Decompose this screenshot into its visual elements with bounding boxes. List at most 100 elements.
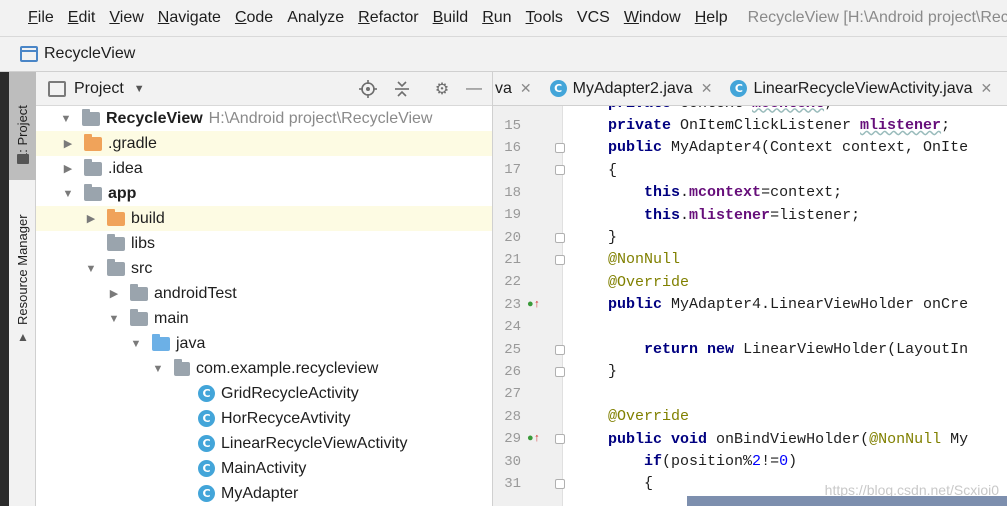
- breadcrumb-project[interactable]: RecycleView: [44, 45, 135, 63]
- code-line[interactable]: 30 if(position%2!=0): [493, 450, 1007, 472]
- tree-item-class[interactable]: C MainActivity: [36, 456, 492, 481]
- code-line[interactable]: 14 private Context mcontext;: [493, 106, 1007, 114]
- expanded-arrow-icon[interactable]: ▼: [130, 338, 142, 350]
- line-number: 17: [504, 162, 521, 179]
- class-icon: C: [549, 80, 567, 97]
- fold-marker-icon[interactable]: [555, 254, 565, 265]
- code-text: }: [608, 363, 618, 381]
- tree-item-label: com.example.recycleview: [196, 359, 379, 377]
- menu-help[interactable]: Help: [695, 9, 728, 27]
- tree-item-main[interactable]: ▼ main: [36, 306, 492, 331]
- menu-navigate[interactable]: Navigate: [158, 9, 221, 27]
- code-line[interactable]: 19 this.mlistener=listener;: [493, 204, 1007, 226]
- expanded-arrow-icon[interactable]: ▼: [85, 263, 97, 275]
- tree-item-class[interactable]: C GridRecycleActivity: [36, 381, 492, 406]
- menu-tools[interactable]: Tools: [526, 9, 563, 27]
- tree-item-androidtest[interactable]: ▶ androidTest: [36, 281, 492, 306]
- collapsed-arrow-icon[interactable]: ▶: [62, 138, 74, 150]
- fold-marker-icon[interactable]: [555, 478, 565, 489]
- code-line[interactable]: 15 private OnItemClickListener mlistener;: [493, 114, 1007, 136]
- menu-refactor[interactable]: Refactor: [358, 9, 418, 27]
- tree-item-root[interactable]: ▼ RecycleView H:\Android project\Recycle…: [36, 106, 492, 131]
- tree-item-label: RecycleView: [106, 109, 203, 127]
- tree-item-label: java: [176, 334, 206, 352]
- menu-file[interactable]: File: [28, 9, 54, 27]
- locate-target-icon[interactable]: [359, 80, 377, 98]
- code-line[interactable]: 18 this.mcontext=context;: [493, 182, 1007, 204]
- menu-vcs[interactable]: VCS: [577, 9, 610, 27]
- expanded-arrow-icon[interactable]: ▼: [152, 363, 164, 375]
- expanded-arrow-icon[interactable]: ▼: [108, 313, 120, 325]
- tree-item-libs[interactable]: libs: [36, 231, 492, 256]
- tree-item-class[interactable]: C LinearRecycleViewActivity: [36, 431, 492, 456]
- code-line[interactable]: 29 ●↑ public void onBindViewHolder(@NonNul…: [493, 428, 1007, 450]
- code-line[interactable]: 17 {: [493, 159, 1007, 181]
- close-icon[interactable]: ✕: [981, 80, 993, 97]
- folder-icon: [130, 308, 148, 326]
- tab-myadapter2[interactable]: C MyAdapter2.java ✕: [542, 72, 723, 105]
- project-view-selector[interactable]: Project: [74, 80, 124, 98]
- tree-item-build[interactable]: ▶ build: [36, 206, 492, 231]
- code-text: if(position%2!=0): [644, 453, 798, 471]
- tree-item-label: build: [131, 209, 165, 227]
- code-line[interactable]: 20}: [493, 226, 1007, 248]
- code-line[interactable]: 28 @Override: [493, 406, 1007, 428]
- tree-item-label: libs: [131, 234, 156, 252]
- code-line[interactable]: 24: [493, 316, 1007, 338]
- menu-view[interactable]: View: [109, 9, 143, 27]
- code-line[interactable]: 26}: [493, 361, 1007, 383]
- close-icon[interactable]: ✕: [701, 80, 713, 97]
- code-text: this.mcontext=context;: [644, 184, 843, 202]
- fold-marker-icon[interactable]: [555, 165, 565, 176]
- project-view-icon: [48, 80, 66, 97]
- code-line[interactable]: 21 @NonNull: [493, 249, 1007, 271]
- tree-item-src[interactable]: ▼ src: [36, 256, 492, 281]
- dropdown-arrow-icon[interactable]: ▼: [134, 83, 145, 95]
- code-line[interactable]: 16 public MyAdapter4(Context context, OnI…: [493, 137, 1007, 159]
- tree-item-class[interactable]: C MyAdapter: [36, 481, 492, 506]
- fold-marker-icon[interactable]: [555, 232, 565, 243]
- fold-marker-icon[interactable]: [555, 344, 565, 355]
- code-line[interactable]: 25 return new LinearViewHolder(LayoutIn: [493, 338, 1007, 360]
- gear-icon[interactable]: ⚙: [433, 80, 451, 98]
- tree-item-java[interactable]: ▼ java: [36, 331, 492, 356]
- tree-item-idea[interactable]: ▶ .idea: [36, 156, 492, 181]
- menu-build[interactable]: Build: [433, 9, 469, 27]
- menu-run[interactable]: Run: [482, 9, 511, 27]
- tree-item-label: src: [131, 259, 153, 277]
- tab-truncated[interactable]: va ✕: [493, 72, 542, 105]
- menu-edit[interactable]: Edit: [68, 9, 96, 27]
- fold-marker-icon[interactable]: [555, 142, 565, 153]
- menu-code[interactable]: Code: [235, 9, 273, 27]
- project-panel-header: Project ▼ ⚙ —: [36, 72, 492, 106]
- project-tool-tab[interactable]: 1: Project: [9, 72, 36, 180]
- override-marker-icon[interactable]: ●↑: [527, 299, 540, 311]
- expanded-arrow-icon[interactable]: ▼: [62, 188, 74, 200]
- expanded-arrow-icon[interactable]: ▼: [60, 113, 72, 125]
- collapsed-arrow-icon[interactable]: ▶: [85, 213, 97, 225]
- line-number: 31: [504, 475, 521, 492]
- code-text: {: [608, 475, 654, 493]
- menu-window[interactable]: Window: [624, 9, 681, 27]
- override-marker-icon[interactable]: ●↑: [527, 433, 540, 445]
- code-line[interactable]: 23 ●↑ public MyAdapter4.LinearViewHolder o…: [493, 294, 1007, 316]
- tree-item-label: androidTest: [154, 284, 237, 302]
- fold-marker-icon[interactable]: [555, 434, 565, 445]
- code-line[interactable]: 22 @Override: [493, 271, 1007, 293]
- collapsed-arrow-icon[interactable]: ▶: [108, 288, 120, 300]
- line-number: 25: [504, 341, 521, 358]
- tree-item-app[interactable]: ▼ app: [36, 181, 492, 206]
- collapsed-arrow-icon[interactable]: ▶: [62, 163, 74, 175]
- tree-item-gradle[interactable]: ▶ .gradle: [36, 131, 492, 156]
- minimize-icon[interactable]: —: [465, 80, 483, 98]
- menu-analyze[interactable]: Analyze: [287, 9, 344, 27]
- tab-label: MyAdapter2.java: [572, 79, 693, 97]
- tab-linearrecycleviewactivity[interactable]: C LinearRecycleViewActivity.java ✕: [722, 72, 1002, 105]
- fold-marker-icon[interactable]: [555, 366, 565, 377]
- tree-item-package[interactable]: ▼ com.example.recycleview: [36, 356, 492, 381]
- code-editor[interactable]: 14 private Context mcontext; 15 private OnI…: [492, 106, 1007, 506]
- tree-item-class[interactable]: C HorRecyceAvtivity: [36, 406, 492, 431]
- close-icon[interactable]: ✕: [520, 80, 532, 97]
- collapse-all-icon[interactable]: [393, 80, 411, 98]
- code-line[interactable]: 27: [493, 383, 1007, 405]
